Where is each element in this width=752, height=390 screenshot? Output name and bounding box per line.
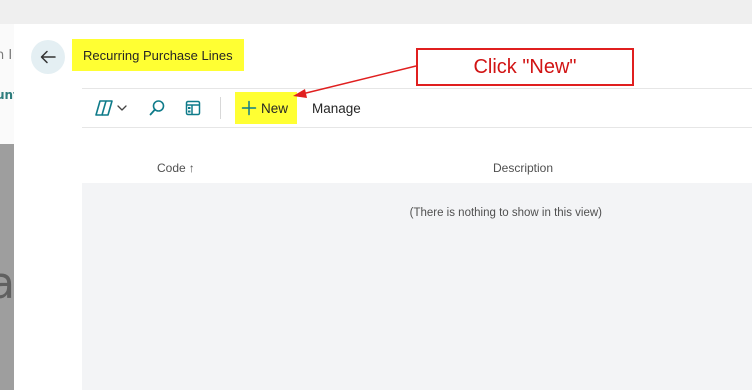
- background-text-fragment: unt: [0, 88, 14, 102]
- column-header-description[interactable]: Description: [493, 161, 553, 175]
- background-text-fragment: h I: [0, 48, 13, 63]
- list-page-panel: Recurring Purchase Lines New Manage Code…: [14, 24, 752, 390]
- toolbar-divider: [220, 97, 221, 119]
- action-bar: New Manage: [82, 88, 752, 128]
- callout-text: Click "New": [473, 55, 577, 78]
- copilot-icon: [95, 100, 113, 116]
- chevron-down-icon: [117, 105, 127, 111]
- back-button[interactable]: [31, 40, 65, 74]
- arrow-left-icon: [40, 50, 56, 64]
- tutorial-callout: Click "New": [416, 48, 634, 86]
- background-page: h I unt t ra: [0, 24, 14, 390]
- filter-pane-icon: [185, 100, 201, 116]
- search-icon: [149, 100, 165, 116]
- manage-menu-button[interactable]: Manage: [312, 92, 361, 124]
- plus-icon: [241, 100, 257, 116]
- copilot-button[interactable]: [94, 98, 128, 118]
- background-text-fragment: ra: [0, 258, 14, 309]
- sort-ascending-icon: ↑: [188, 161, 195, 175]
- column-header-code-label: Code: [157, 161, 186, 175]
- list-body: (There is nothing to show in this view): [82, 183, 752, 390]
- empty-state-message: (There is nothing to show in this view): [409, 207, 602, 219]
- page-title: Recurring Purchase Lines: [72, 39, 244, 71]
- new-button[interactable]: New: [235, 92, 298, 124]
- new-button-label: New: [261, 100, 289, 116]
- column-header-code[interactable]: Code ↑: [157, 161, 195, 175]
- search-button[interactable]: [148, 98, 166, 118]
- filter-pane-button[interactable]: [184, 98, 202, 118]
- window-top-strip: [0, 0, 752, 24]
